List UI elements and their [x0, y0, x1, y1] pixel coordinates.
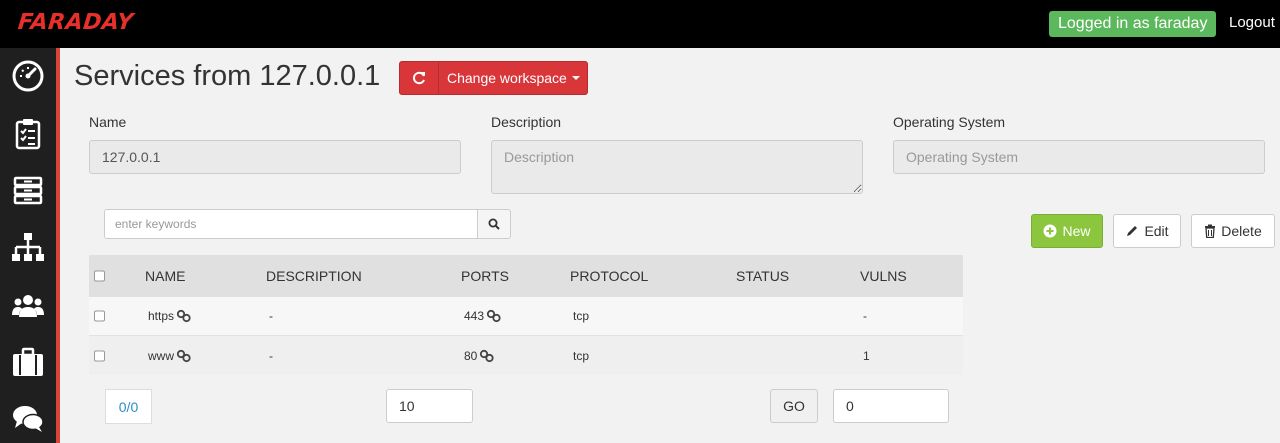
service-name-cell[interactable]: https — [148, 309, 192, 323]
service-description-cell: - — [269, 348, 273, 363]
sidebar-item-dashboard[interactable] — [0, 54, 56, 98]
sidebar — [0, 48, 56, 443]
link-icon[interactable] — [486, 309, 502, 323]
row-checkbox[interactable] — [94, 350, 105, 361]
link-icon[interactable] — [176, 349, 192, 363]
description-label: Description — [491, 114, 562, 130]
clipboard-checklist-icon — [15, 119, 41, 150]
name-label: Name — [89, 114, 127, 130]
column-header-description[interactable]: DESCRIPTION — [266, 268, 362, 284]
service-protocol-cell: tcp — [573, 309, 590, 323]
service-vulns-cell: - — [863, 309, 867, 323]
service-port[interactable]: 80 — [464, 349, 477, 363]
description-field[interactable] — [491, 140, 863, 194]
services-table: NAME DESCRIPTION PORTS PROTOCOL STATUS V… — [89, 255, 963, 375]
refresh-button[interactable] — [400, 62, 439, 94]
edit-button-label: Edit — [1144, 223, 1169, 239]
trash-icon — [1205, 224, 1216, 238]
top-navbar: FARADAY Logged in as faraday Logout — [0, 0, 1280, 48]
service-description-cell: - — [269, 309, 273, 323]
pencil-icon — [1127, 226, 1138, 236]
service-port-cell[interactable]: 443 — [464, 309, 502, 323]
page-title: Services from 127.0.0.1 — [74, 60, 381, 92]
sidebar-item-tasks[interactable] — [0, 112, 56, 156]
chat-bubbles-icon — [13, 406, 44, 432]
inbox-tray-icon — [13, 176, 43, 205]
change-workspace-button[interactable]: Change workspace — [399, 61, 588, 95]
change-workspace-label: Change workspace — [447, 70, 567, 86]
name-field[interactable] — [89, 140, 461, 174]
service-name[interactable]: https — [148, 309, 174, 323]
sitemap-hierarchy-icon — [12, 233, 44, 261]
go-button[interactable]: GO — [770, 389, 818, 423]
sidebar-item-comments[interactable] — [0, 396, 56, 440]
service-name-cell[interactable]: www — [148, 349, 192, 363]
os-label: Operating System — [893, 114, 1006, 130]
new-button[interactable]: New — [1031, 214, 1103, 248]
sidebar-item-hosts[interactable] — [0, 226, 56, 270]
logout-link[interactable]: Logout — [1229, 14, 1275, 31]
row-checkbox[interactable] — [94, 310, 105, 322]
logged-in-badge: Logged in as faraday — [1049, 11, 1217, 37]
column-header-protocol[interactable]: PROTOCOL — [570, 268, 648, 284]
link-icon[interactable] — [479, 349, 495, 363]
go-to-page-input[interactable] — [833, 389, 949, 423]
service-port[interactable]: 443 — [464, 309, 484, 323]
search-icon — [488, 218, 500, 230]
search-button[interactable] — [477, 209, 511, 239]
page-size-input[interactable] — [386, 389, 473, 423]
service-port-cell[interactable]: 80 — [464, 349, 495, 363]
new-button-label: New — [1062, 223, 1091, 239]
column-header-status[interactable]: STATUS — [736, 268, 789, 284]
column-header-name[interactable]: NAME — [145, 268, 185, 284]
plus-circle-icon — [1043, 224, 1057, 238]
table-row[interactable]: www - 80 tcp 1 — [89, 336, 963, 375]
delete-button-label: Delete — [1221, 223, 1262, 239]
refresh-icon — [413, 71, 425, 85]
faraday-logo[interactable]: FARADAY — [17, 10, 135, 35]
sidebar-item-inbox[interactable] — [0, 168, 56, 212]
edit-button[interactable]: Edit — [1113, 214, 1181, 248]
column-header-vulns[interactable]: VULNS — [860, 268, 907, 284]
service-vulns-cell: 1 — [863, 348, 870, 363]
briefcase-icon — [13, 347, 43, 376]
delete-button[interactable]: Delete — [1191, 214, 1275, 248]
service-protocol-cell: tcp — [573, 348, 590, 363]
pagination-count[interactable]: 0/0 — [105, 389, 152, 424]
sidebar-accent-bar — [56, 48, 60, 443]
caret-down-icon — [571, 76, 580, 80]
column-header-ports[interactable]: PORTS — [461, 268, 509, 284]
sidebar-item-users[interactable] — [0, 284, 56, 328]
os-field[interactable] — [893, 140, 1265, 174]
dashboard-gauge-icon — [12, 60, 44, 92]
search-input[interactable] — [104, 209, 478, 239]
select-all-checkbox[interactable] — [94, 270, 105, 282]
service-name[interactable]: www — [148, 349, 174, 363]
table-header: NAME DESCRIPTION PORTS PROTOCOL STATUS V… — [89, 255, 963, 297]
sidebar-item-workspaces[interactable] — [0, 340, 56, 384]
link-icon[interactable] — [176, 309, 192, 323]
table-row[interactable]: https - 443 tcp - — [89, 297, 963, 336]
users-group-icon — [12, 295, 44, 317]
